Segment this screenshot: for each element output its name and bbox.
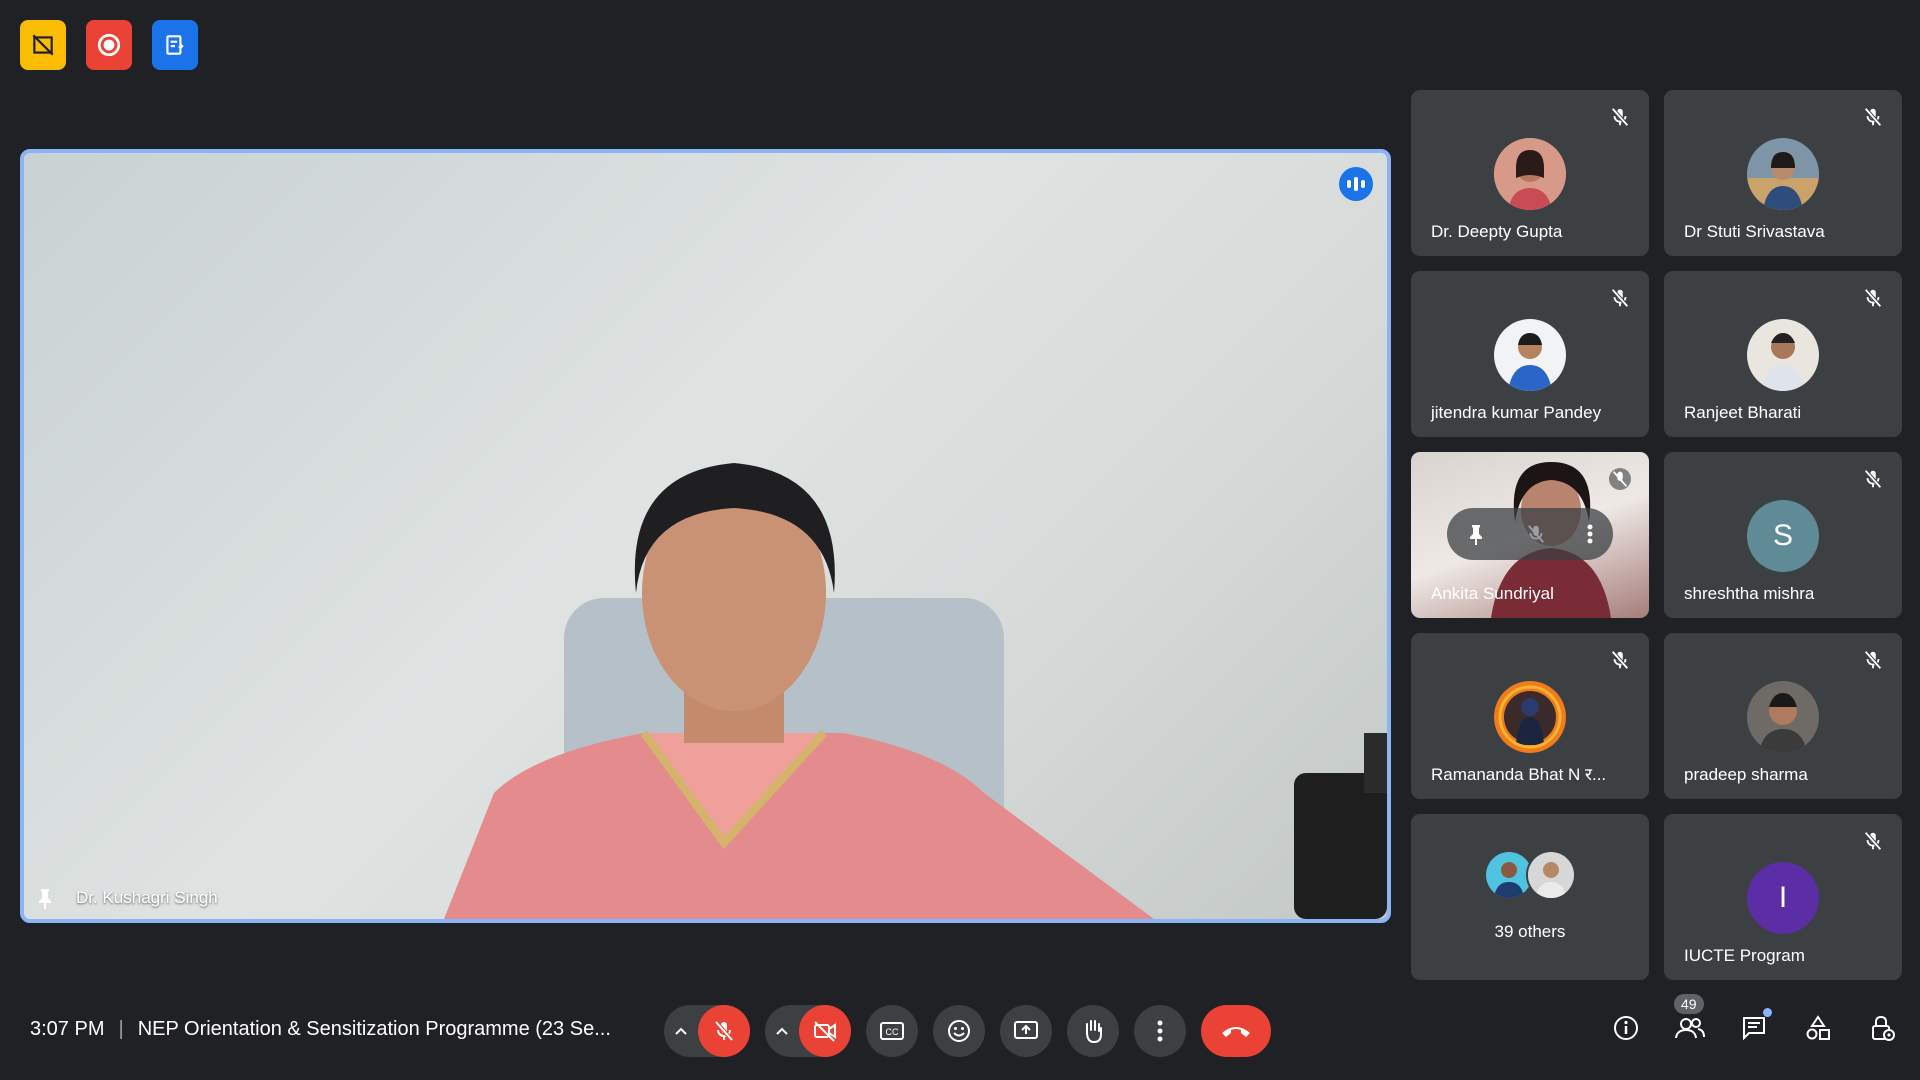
separator: | [118,1018,124,1040]
participant-name: pradeep sharma [1684,765,1808,784]
mic-toggle-button[interactable] [698,1005,750,1057]
participant-tile[interactable]: Ranjeet Bharati [1664,271,1902,437]
avatar [1747,319,1819,391]
participant-name: Dr. Deepty Gupta [1431,222,1563,241]
chat-notification-dot [1763,1008,1772,1017]
participant-name: shreshtha mishra [1684,584,1815,603]
raise-hand-button[interactable] [1067,1005,1119,1057]
more-options-icon[interactable] [1587,523,1593,545]
avatar-letter: S [1747,500,1819,572]
activities-icon [1806,1015,1830,1040]
host-controls-button[interactable] [1864,1010,1900,1046]
mic-off-icon [1609,468,1631,490]
tile-hover-controls [1447,508,1613,560]
avatar [1526,850,1576,900]
participant-tile[interactable]: Ramananda Bhat N र... [1411,633,1649,799]
mic-off-icon [1611,107,1629,127]
participant-tile[interactable]: pradeep sharma [1664,633,1902,799]
mic-control-group [664,1005,750,1057]
avatar [1494,681,1566,753]
notes-icon[interactable] [152,20,198,70]
speaker-video [444,463,1387,919]
mic-off-icon [1864,107,1882,127]
meeting-info: 3:07 PM | NEP Orientation & Sensitizatio… [30,1018,611,1041]
others-avatars [1484,850,1576,900]
mic-off-icon [1864,469,1882,489]
mic-off-icon [1864,288,1882,308]
participant-name: IUCTE Program [1684,946,1805,965]
pin-icon[interactable] [36,887,54,909]
speaking-indicator-icon [1339,167,1373,201]
avatar [1747,138,1819,210]
host-lock-icon [1872,1015,1895,1041]
others-count-label: 39 others [1494,922,1566,941]
mic-off-icon [714,1020,734,1042]
mic-off-icon [1864,650,1882,670]
meeting-details-button[interactable] [1608,1010,1644,1046]
no-camera-badge-icon[interactable] [20,20,66,70]
participant-grid: Dr. Deepty Gupta Dr Stuti Srivastava jit… [1411,90,1902,980]
avatar [1494,138,1566,210]
participant-name: Ankita Sundriyal [1431,584,1554,603]
present-screen-button[interactable] [1000,1005,1052,1057]
mic-off-icon [1611,650,1629,670]
mic-off-icon [1864,831,1882,851]
bottom-bar: 3:07 PM | NEP Orientation & Sensitizatio… [0,990,1920,1070]
participant-name: Dr Stuti Srivastava [1684,222,1825,241]
mute-participant-icon[interactable] [1525,523,1547,545]
present-icon [1014,1021,1038,1039]
call-controls: CC [664,1005,1271,1057]
main-speaker-label: Dr. Kushagri Singh [36,887,218,909]
participant-name: Ranjeet Bharati [1684,403,1802,422]
main-speaker-tile[interactable]: Dr. Kushagri Singh [20,149,1391,923]
participant-tile[interactable]: S shreshtha mishra [1664,452,1902,618]
people-icon [1675,1018,1705,1039]
main-speaker-name: Dr. Kushagri Singh [76,888,218,907]
people-count-badge: 49 [1674,994,1704,1014]
audio-options-chevron-icon[interactable] [664,1026,698,1036]
side-panel-controls: 49 [1608,994,1900,1046]
info-icon [1614,1016,1638,1040]
meeting-title: NEP Orientation & Sensitization Programm… [137,1018,611,1040]
clock-time: 3:07 PM [30,1018,105,1040]
participant-name: Ramananda Bhat N र... [1431,765,1607,784]
mic-off-icon [1611,288,1629,308]
participant-tile[interactable]: Dr. Deepty Gupta [1411,90,1649,256]
recording-icon[interactable] [86,20,132,70]
chat-button[interactable] [1736,1008,1772,1046]
chat-icon [1743,1017,1765,1041]
activities-button[interactable] [1800,1010,1836,1046]
others-tile[interactable]: 39 others [1411,814,1649,980]
captions-button[interactable]: CC [866,1005,918,1057]
captions-icon: CC [880,1022,904,1040]
participant-tile[interactable]: I IUCTE Program [1664,814,1902,980]
raise-hand-icon [1086,1020,1102,1044]
more-vert-icon [1157,1020,1163,1042]
avatar [1747,681,1819,753]
more-options-button[interactable] [1134,1005,1186,1057]
camera-toggle-button[interactable] [799,1005,851,1057]
participant-name: jitendra kumar Pandey [1431,403,1602,422]
participant-tile[interactable]: jitendra kumar Pandey [1411,271,1649,437]
pin-icon[interactable] [1467,523,1485,545]
people-button[interactable]: 49 [1672,994,1708,1046]
end-call-icon [1222,1027,1250,1037]
video-options-chevron-icon[interactable] [765,1026,799,1036]
emoji-icon [948,1020,970,1042]
participant-tile-video[interactable]: Ankita Sundriyal [1411,452,1649,618]
avatar [1494,319,1566,391]
svg-text:CC: CC [886,1027,899,1037]
leave-call-button[interactable] [1201,1005,1271,1057]
camera-control-group [765,1005,851,1057]
participant-tile[interactable]: Dr Stuti Srivastava [1664,90,1902,256]
avatar-letter: I [1747,862,1819,934]
top-indicators [20,20,198,70]
emoji-reaction-button[interactable] [933,1005,985,1057]
camera-off-icon [814,1021,836,1042]
